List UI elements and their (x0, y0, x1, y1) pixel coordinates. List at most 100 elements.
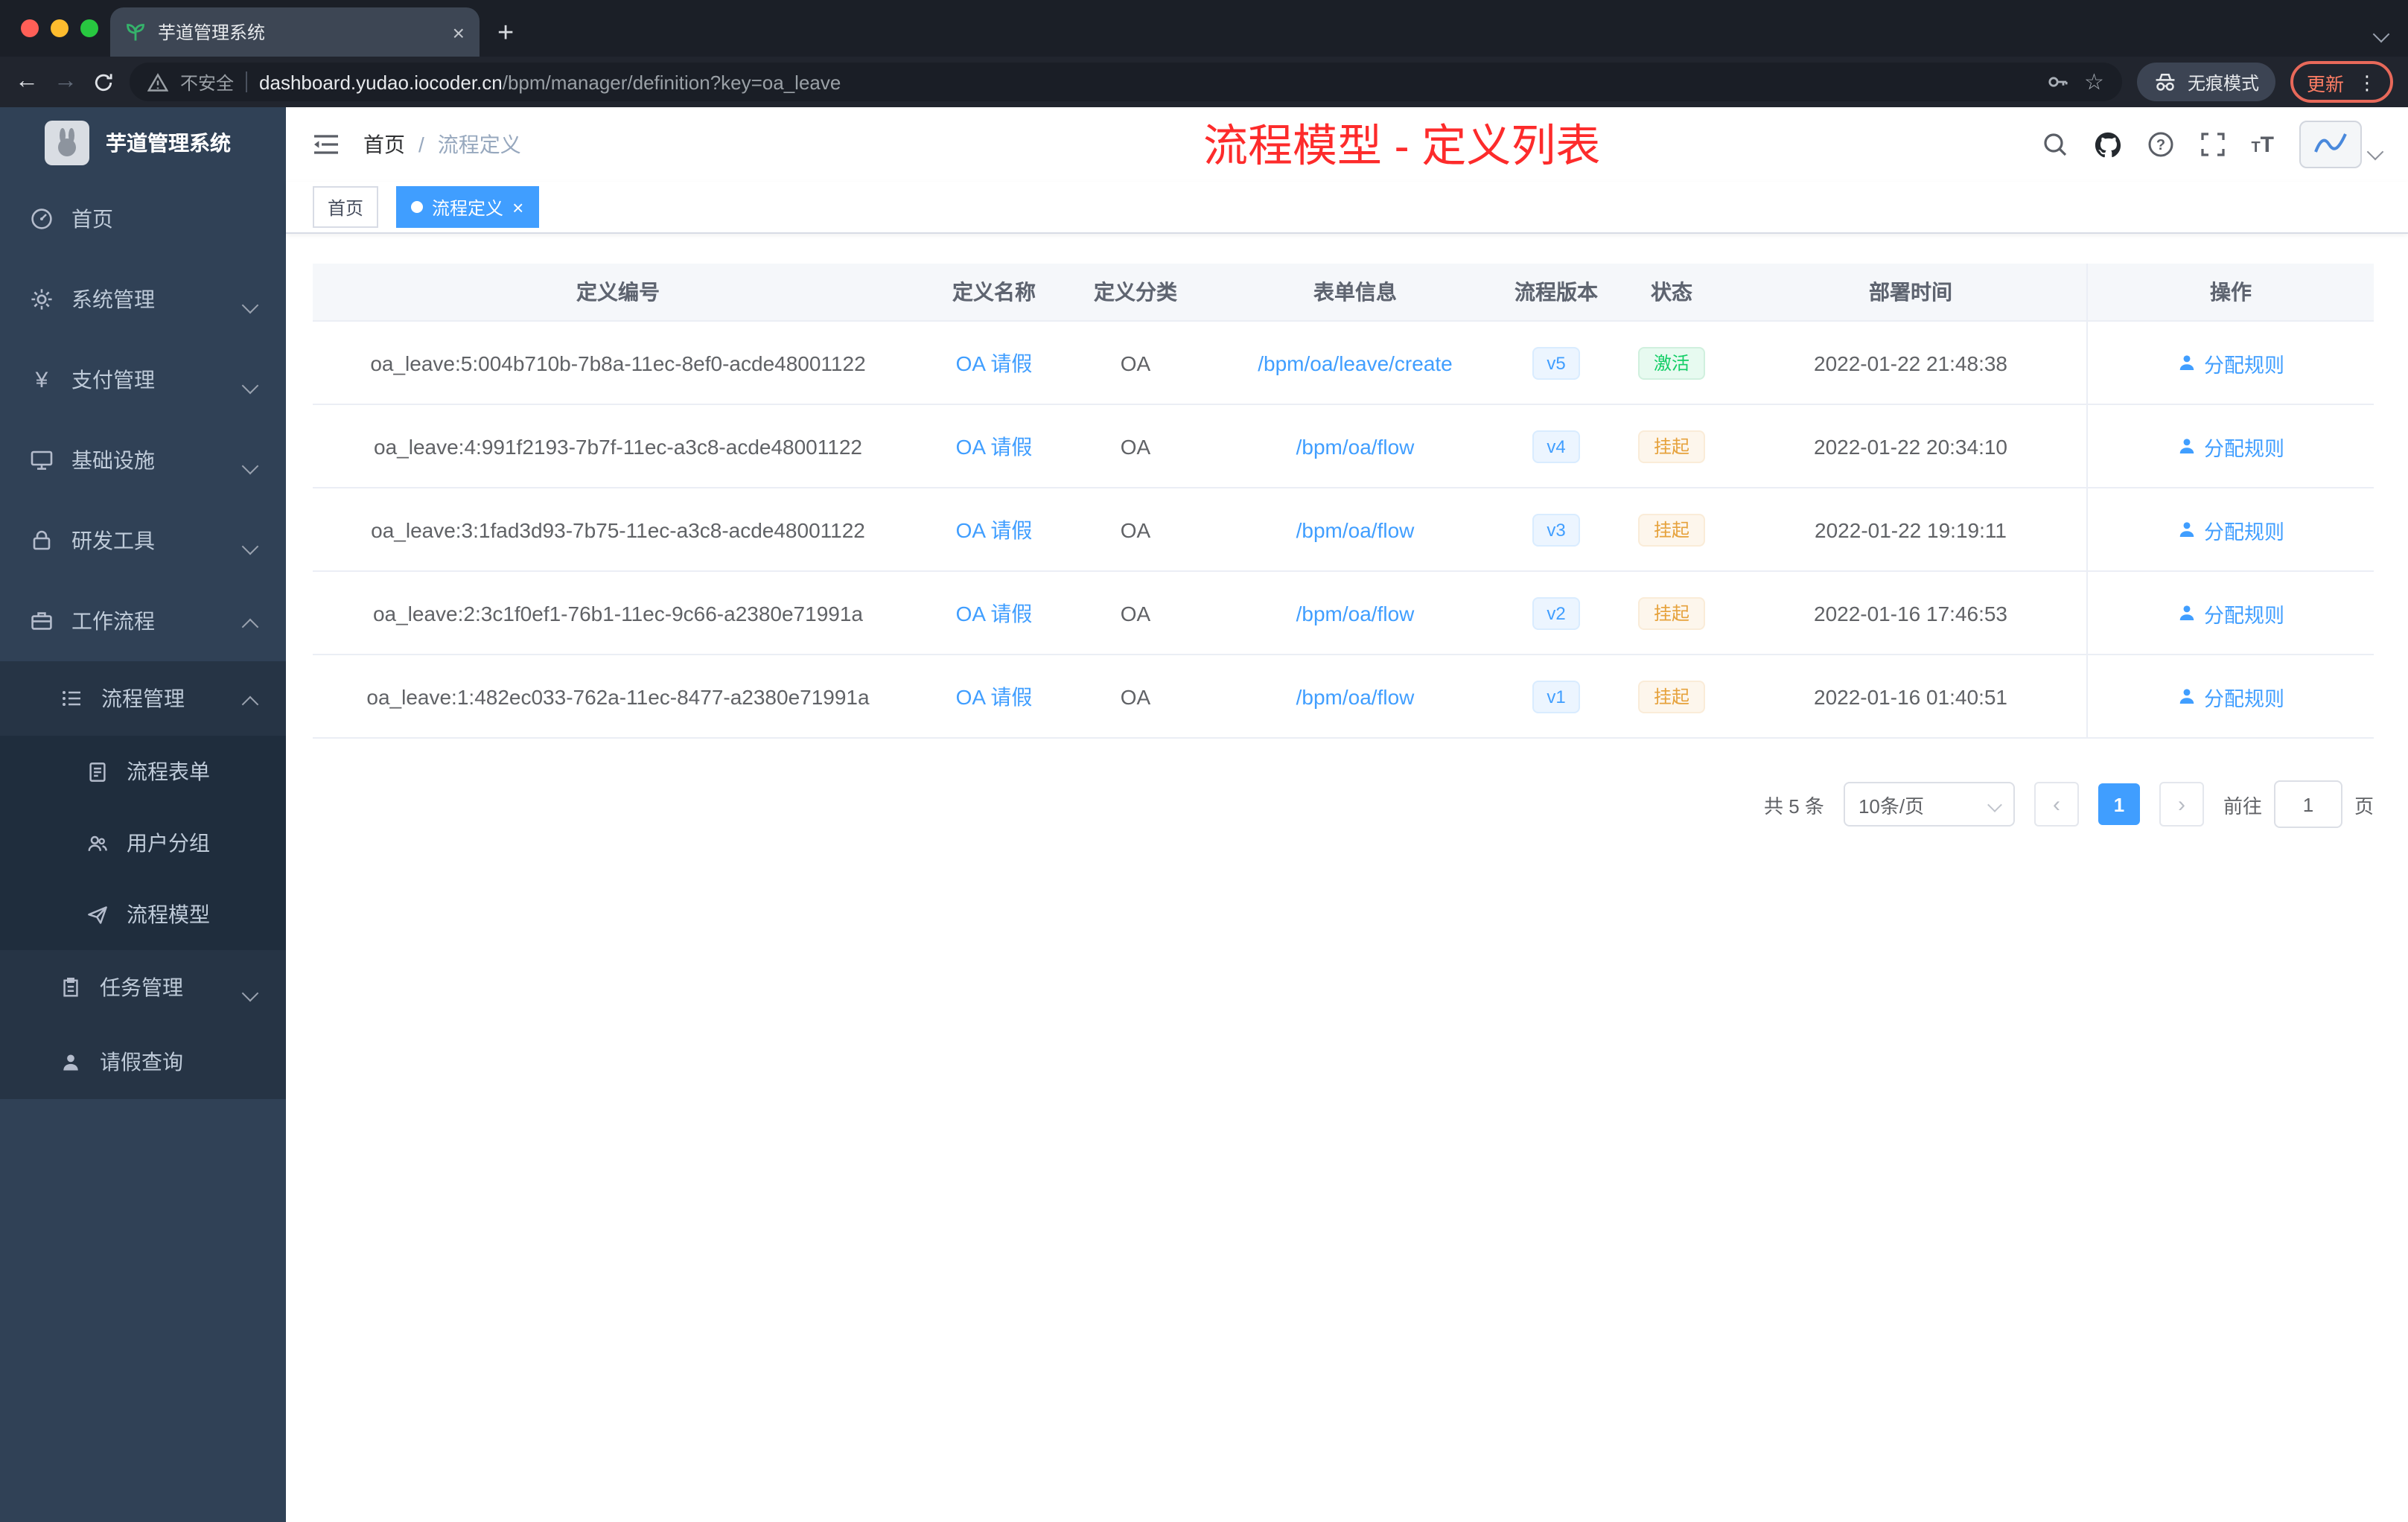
user-icon (2179, 439, 2194, 454)
sidebar-item-payment[interactable]: ¥ 支付管理 (0, 340, 286, 420)
prev-page-button[interactable]: ‹ (2033, 782, 2079, 827)
page-size-select[interactable]: 10条/页 (1843, 782, 2015, 827)
help-icon[interactable]: ? (2147, 131, 2173, 158)
sidebar-item-devtools[interactable]: 研发工具 (0, 500, 286, 581)
dashboard-icon (30, 207, 54, 231)
user-icon (2179, 522, 2194, 538)
close-window-button[interactable] (21, 19, 39, 37)
omnibox-divider (246, 71, 248, 92)
definition-name-link[interactable]: OA 请假 (956, 681, 1033, 711)
tag-home[interactable]: 首页 (313, 186, 379, 228)
forward-icon[interactable]: → (54, 69, 77, 94)
zoom-window-button[interactable] (80, 19, 98, 37)
form-link[interactable]: /bpm/oa/flow (1296, 434, 1415, 458)
sidebar-item-process-model[interactable]: 流程模型 (0, 879, 286, 950)
bookmark-star-icon[interactable]: ☆ (2084, 71, 2104, 93)
cell-deploy-time: 2022-01-22 21:48:38 (1814, 351, 2007, 375)
definition-name-link[interactable]: OA 请假 (956, 348, 1033, 378)
form-link[interactable]: /bpm/oa/leave/create (1258, 351, 1453, 375)
sidebar-item-process-management[interactable]: 流程管理 (0, 661, 286, 736)
form-icon (86, 760, 109, 783)
breadcrumb-current: 流程定义 (437, 133, 521, 156)
back-icon[interactable]: ← (15, 69, 39, 94)
github-icon[interactable] (2093, 131, 2121, 158)
sidebar-item-system[interactable]: 系统管理 (0, 259, 286, 340)
assign-rule-link[interactable]: 分配规则 (2177, 348, 2284, 378)
version-tag: v2 (1532, 596, 1581, 629)
search-icon[interactable] (2041, 131, 2068, 158)
definition-name-link[interactable]: OA 请假 (956, 598, 1033, 628)
goto-page-input[interactable] (2273, 780, 2342, 828)
sidebar-item-label: 系统管理 (71, 287, 155, 311)
fullscreen-icon[interactable] (2199, 131, 2226, 158)
version-tag: v4 (1532, 430, 1581, 462)
briefcase-icon (30, 609, 54, 633)
tag-process-definition[interactable]: 流程定义 × (396, 186, 539, 228)
browser-toolbar: ← → 不安全 dashboard.yudao.iocoder.cn/bpm/m… (0, 57, 2408, 107)
sidebar-item-workflow[interactable]: 工作流程 (0, 581, 286, 661)
tab-search-icon[interactable] (2372, 21, 2390, 48)
address-bar[interactable]: 不安全 dashboard.yudao.iocoder.cn/bpm/manag… (130, 63, 2122, 101)
browser-update-button[interactable]: 更新 ⋮ (2290, 61, 2393, 103)
user-menu[interactable] (2299, 121, 2384, 168)
screen: 芋道管理系统 × + ← → 不安全 dashboard.yudao.iocod… (0, 0, 2408, 1522)
goto-unit: 页 (2354, 795, 2374, 817)
next-page-button[interactable]: › (2159, 782, 2204, 827)
col-deploy-time: 部署时间 (1869, 280, 1952, 304)
version-tag: v1 (1532, 680, 1581, 713)
tags-view: 首页 流程定义 × (286, 182, 2408, 234)
definition-name-link[interactable]: OA 请假 (956, 431, 1033, 461)
definition-name-link[interactable]: OA 请假 (956, 515, 1033, 544)
url-text[interactable]: dashboard.yudao.iocoder.cn/bpm/manager/d… (259, 71, 841, 93)
form-link[interactable]: /bpm/oa/flow (1296, 684, 1415, 708)
sidebar-item-user-group[interactable]: 用户分组 (0, 807, 286, 879)
form-link[interactable]: /bpm/oa/flow (1296, 518, 1415, 541)
tab-title: 芋道管理系统 (158, 22, 266, 43)
update-label[interactable]: 更新 (2307, 68, 2344, 96)
security-label[interactable]: 不安全 (180, 69, 234, 95)
cell-definition-id: oa_leave:3:1fad3d93-7b75-11ec-a3c8-acde4… (371, 518, 865, 541)
assign-rule-link[interactable]: 分配规则 (2177, 681, 2284, 711)
status-tag: 挂起 (1638, 513, 1704, 546)
not-secure-warning-icon (147, 72, 168, 91)
sidebar-item-label: 流程管理 (101, 687, 185, 710)
sidebar-item-infrastructure[interactable]: 基础设施 (0, 420, 286, 500)
tab-close-icon[interactable]: × (453, 22, 465, 42)
reload-icon[interactable] (92, 71, 115, 93)
assign-rule-link[interactable]: 分配规则 (2177, 515, 2284, 544)
sidebar-item-home[interactable]: 首页 (0, 179, 286, 259)
app-title: 芋道管理系统 (106, 131, 231, 155)
font-size-icon[interactable]: TT (2251, 133, 2274, 156)
chevron-up-icon (241, 691, 259, 715)
new-tab-button[interactable]: + (497, 19, 514, 48)
window-controls (21, 19, 98, 37)
chevron-down-icon (241, 533, 259, 557)
sidebar-item-label: 基础设施 (71, 448, 155, 472)
sidebar-logo[interactable]: 芋道管理系统 (0, 107, 286, 179)
sidebar-toggle-icon[interactable] (313, 133, 340, 156)
sidebar-item-label: 首页 (71, 207, 113, 231)
caret-down-icon (2366, 138, 2384, 165)
gear-icon (30, 287, 54, 311)
sidebar-item-task-management[interactable]: 任务管理 (0, 950, 286, 1025)
assign-rule-link[interactable]: 分配规则 (2177, 431, 2284, 461)
form-link[interactable]: /bpm/oa/flow (1296, 601, 1415, 625)
assign-rule-link[interactable]: 分配规则 (2177, 598, 2284, 628)
minimize-window-button[interactable] (51, 19, 69, 37)
list-icon (60, 687, 83, 710)
page-number-button[interactable]: 1 (2098, 783, 2140, 825)
sidebar-item-leave-query[interactable]: 请假查询 (0, 1025, 286, 1099)
tag-close-icon[interactable]: × (512, 197, 523, 217)
password-key-icon[interactable] (2045, 70, 2069, 94)
col-status: 状态 (1651, 280, 1692, 304)
avatar[interactable] (2299, 121, 2362, 168)
breadcrumb: 首页 / 流程定义 (363, 130, 521, 159)
browser-tab[interactable]: 芋道管理系统 × (110, 7, 480, 57)
sidebar-item-process-form[interactable]: 流程表单 (0, 736, 286, 807)
users-icon (86, 832, 109, 854)
col-definition-name: 定义名称 (952, 280, 1036, 304)
browser-menu-icon[interactable]: ⋮ (2357, 72, 2377, 92)
chevron-up-icon (241, 614, 259, 637)
breadcrumb-home[interactable]: 首页 (363, 130, 405, 159)
yen-icon: ¥ (35, 367, 48, 392)
